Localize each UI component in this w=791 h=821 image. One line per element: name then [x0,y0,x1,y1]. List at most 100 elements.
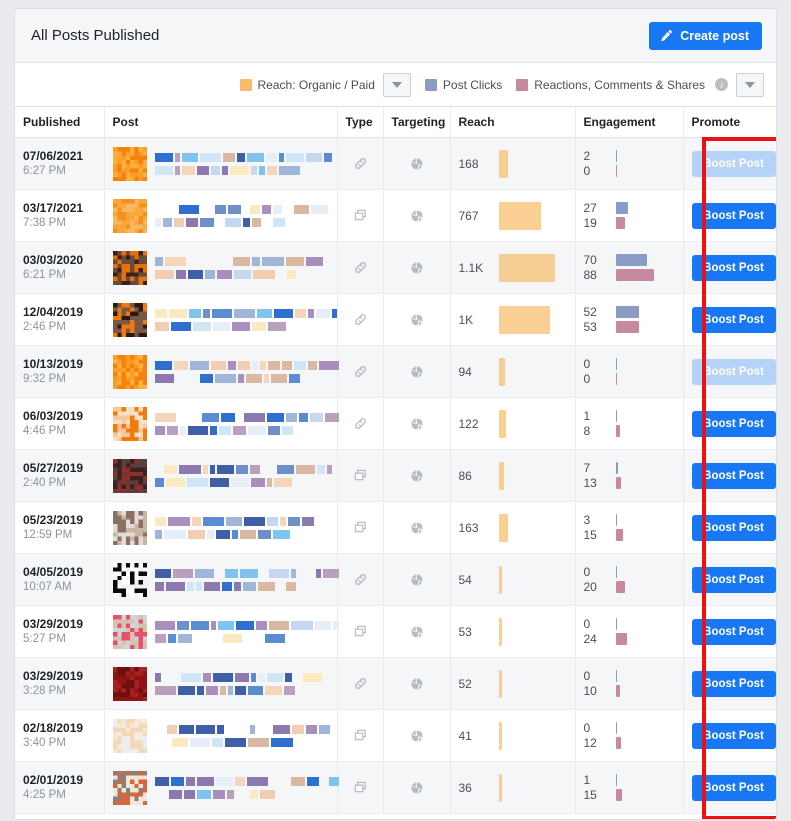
engagement-bars [615,722,675,749]
column-header-type[interactable]: Type [337,107,384,138]
table-row[interactable]: 06/03/2019 4:46 PM 122 1 8 Boost Post [15,397,776,450]
post-preview[interactable] [112,770,339,805]
boost-post-button[interactable]: Boost Post [691,306,776,333]
targeting-public-globe-icon [383,709,451,762]
cell-reach: 1.1K [450,241,576,294]
table-row[interactable]: 05/27/2019 2:40 PM 86 7 13 Boost Post [15,449,776,502]
column-header-published[interactable]: Published [15,107,105,138]
boost-post-button[interactable]: Boost Post [691,722,776,749]
reach-value: 54 [458,572,472,587]
post-preview[interactable] [112,510,329,545]
reactions-value: 19 [583,215,597,230]
table-row[interactable]: 05/23/2019 12:59 PM 163 3 15 Boost Post [15,501,776,554]
table-row[interactable]: 07/06/2021 6:27 PM 168 2 0 Boost Post [15,137,776,190]
cell-post[interactable] [104,137,338,190]
post-preview[interactable] [112,718,330,753]
table-row[interactable]: 03/29/2019 3:28 PM 52 0 10 Boost Post [15,657,776,710]
table-row[interactable]: 03/29/2019 5:27 PM 53 0 24 Boost Post [15,605,776,658]
info-icon[interactable]: i [715,78,728,91]
boost-post-button[interactable]: Boost Post [691,618,776,645]
post-clicks-value: 0 [583,668,591,683]
post-date: 05/23/2019 [23,512,84,527]
post-text-redacted [154,464,332,487]
reactions-bar [615,581,625,593]
boost-post-button[interactable]: Boost Post [691,254,776,281]
legend-item-post-clicks: Post Clicks [424,78,502,92]
reach-bar [498,461,567,490]
post-date: 12/04/2019 [23,304,84,319]
reactions-value: 15 [583,787,597,802]
cell-post[interactable] [104,397,339,450]
post-preview[interactable] [112,302,337,337]
cell-post[interactable] [104,501,338,554]
post-preview[interactable] [112,458,332,493]
post-text-redacted [154,308,337,331]
cell-reach: 122 [450,397,576,450]
cell-post[interactable] [104,293,338,346]
post-preview[interactable] [112,406,339,441]
cell-post[interactable] [104,761,339,814]
boost-post-button[interactable]: Boost Post [691,514,776,541]
cell-post[interactable] [104,709,338,762]
engagement-bars [615,306,675,333]
cell-post[interactable] [104,189,338,242]
post-text-redacted [154,672,329,695]
post-preview[interactable] [112,562,339,597]
engagement-bars [615,774,675,801]
post-date: 03/29/2019 [23,616,84,631]
post-preview[interactable] [112,666,329,701]
post-clicks-bar [615,254,647,266]
cell-published: 03/17/2021 7:38 PM [15,189,105,242]
post-type-photo-icon [337,501,384,554]
column-header-engagement[interactable]: Engagement [575,107,684,138]
table-row[interactable]: 02/01/2019 4:25 PM 36 1 15 Boost Post [15,761,776,814]
engagement-bars [615,618,675,645]
column-header-targeting[interactable]: Targeting [383,107,451,138]
cell-engagement: 0 24 [575,605,684,658]
cell-post[interactable] [104,605,339,658]
boost-post-button[interactable]: Boost Post [691,462,776,489]
post-preview[interactable] [112,198,329,233]
post-preview[interactable] [112,354,339,389]
post-clicks-bar [615,566,617,578]
reach-value: 52 [458,676,472,691]
table-row[interactable]: 12/04/2019 2:46 PM 1K 52 53 Boost Post [15,293,776,346]
cell-promote: Boost Post [683,189,776,242]
cell-post[interactable] [104,449,338,502]
column-header-promote[interactable]: Promote [683,107,776,138]
cell-published: 04/05/2019 10:07 AM [15,553,105,606]
table-row[interactable]: 10/13/2019 9:32 PM 94 0 0 Boost Post [15,345,776,398]
cell-post[interactable] [104,553,339,606]
column-header-reach[interactable]: Reach [450,107,576,138]
post-clicks-value: 1 [583,408,591,423]
reach-metric-dropdown[interactable] [382,72,411,97]
post-clicks-bar [615,618,617,630]
table-row[interactable]: 03/17/2021 7:38 PM 767 27 19 Boost Post [15,189,776,242]
reach-bar [498,565,567,594]
reactions-bar [615,789,622,801]
cell-post[interactable] [104,657,338,710]
post-preview[interactable] [112,250,329,285]
reach-value: 41 [458,728,472,743]
reactions-value: 20 [583,579,597,594]
cell-post[interactable] [104,241,338,294]
boost-post-button[interactable]: Boost Post [691,670,776,697]
engagement-metric-dropdown[interactable] [736,72,764,97]
boost-post-button[interactable]: Boost Post [691,202,776,229]
post-type-photo-icon [337,605,384,658]
column-header-post[interactable]: Post [104,107,338,138]
post-preview[interactable] [112,146,332,181]
boost-post-button[interactable]: Boost Post [691,566,776,593]
boost-post-button[interactable]: Boost Post [691,774,776,801]
cell-engagement: 20 [575,137,684,190]
engagement-bars [615,150,675,177]
cell-post[interactable] [104,345,339,398]
table-row[interactable]: 04/05/2019 10:07 AM 54 0 20 Boost Post [15,553,776,606]
boost-post-button[interactable]: Boost Post [691,410,776,437]
cell-promote: Boost Post [683,137,776,190]
create-post-button[interactable]: Create post [649,21,762,50]
table-row[interactable]: 03/03/2020 6:21 PM 1.1K 70 88 Boost Post [15,241,776,294]
post-preview[interactable] [112,614,339,649]
post-clicks-bar [615,150,617,162]
table-row[interactable]: 02/18/2019 3:40 PM 41 0 12 Boost Post [15,709,776,762]
